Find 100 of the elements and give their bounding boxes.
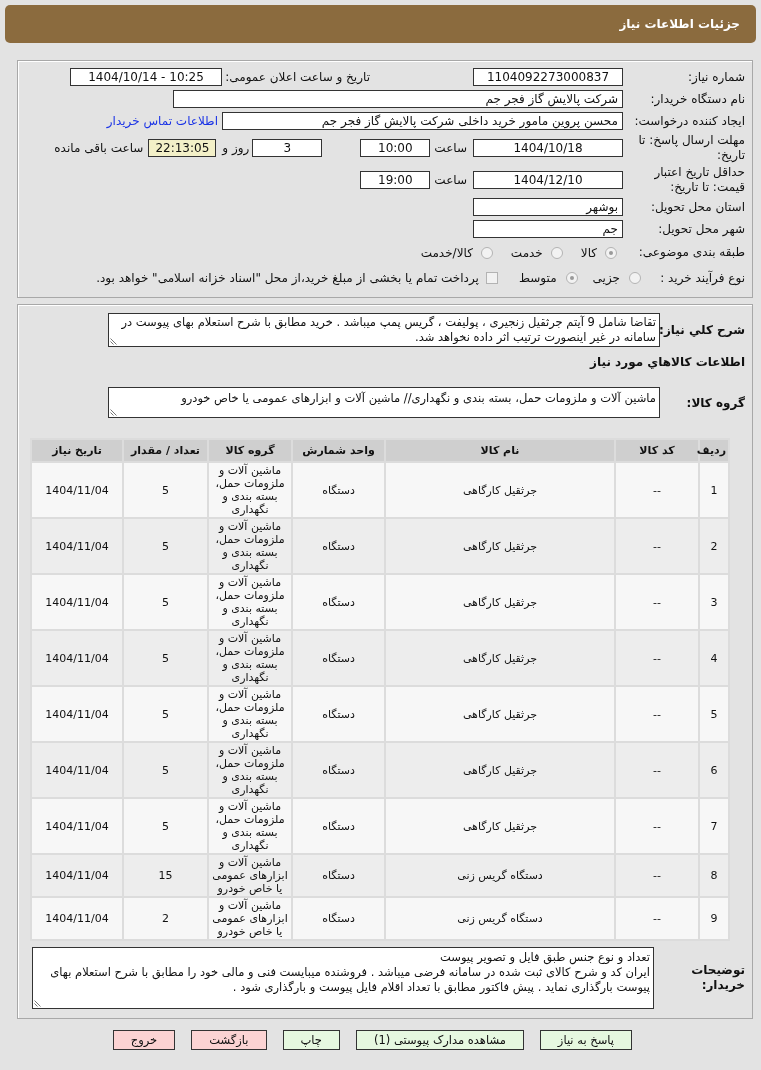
radio-button[interactable] xyxy=(565,271,578,284)
buyer-contact-link[interactable]: اطلاعات تماس خریدار xyxy=(106,114,218,128)
announcement-date-field[interactable]: 1404/10/14 - 10:25 xyxy=(70,68,222,86)
table-cell: دستگاه xyxy=(292,574,385,630)
table-cell: 5 xyxy=(123,742,208,798)
table-cell: ماشین آلات و ملزومات حمل، بسته بندی و نگهداری xyxy=(208,518,292,574)
table-cell: 5 xyxy=(123,574,208,630)
field-label: شهر محل تحویل: xyxy=(657,221,745,237)
table-cell: 1404/11/04 xyxy=(31,630,123,686)
validity-time-field[interactable]: 19:00 xyxy=(360,171,431,189)
section-title: اطلاعات کالاهاي مورد نياز xyxy=(590,355,745,369)
table-cell: جرثقیل کارگاهی xyxy=(385,686,615,742)
radio-button[interactable] xyxy=(629,271,641,284)
table-cell: -- xyxy=(615,742,699,798)
column-header: گروه کالا xyxy=(208,439,292,462)
column-header: واحد شمارش xyxy=(292,439,385,462)
table-cell: 7 xyxy=(699,798,729,854)
table-cell: دستگاه xyxy=(292,686,385,742)
table-cell: ماشین آلات و ملزومات حمل، بسته بندی و نگهداری xyxy=(208,686,292,742)
section-label: توضیحات خریدار: xyxy=(690,963,745,993)
table-cell: -- xyxy=(615,897,699,940)
field-label: استان محل تحویل: xyxy=(649,199,745,215)
table-cell: جرثقیل کارگاهی xyxy=(385,518,615,574)
table-cell: 2 xyxy=(699,518,729,574)
field-label: مهلت ارسال پاسخ: تا تاریخ: xyxy=(637,133,745,163)
action-button[interactable]: مشاهده مدارک پیوستی (1) xyxy=(355,1030,524,1050)
action-button[interactable]: پاسخ به نیاز xyxy=(539,1030,632,1050)
field-label: روز و xyxy=(222,141,250,155)
checkbox[interactable] xyxy=(485,271,498,284)
table-cell: ماشین آلات و ملزومات حمل، بسته بندی و نگهداری xyxy=(208,798,292,854)
table-cell: 1404/11/04 xyxy=(31,518,123,574)
option-label: کالا/خدمت xyxy=(420,245,473,260)
field-label: ساعت xyxy=(434,141,467,155)
field-label: تاریخ و ساعت اعلان عمومی: xyxy=(225,70,370,84)
table-cell: 15 xyxy=(123,854,208,897)
table-cell: -- xyxy=(615,798,699,854)
resize-grip-icon[interactable] xyxy=(110,337,118,345)
radio-button[interactable] xyxy=(605,246,617,259)
table-cell: 1404/11/04 xyxy=(31,854,123,897)
goods-group-field[interactable]: ماشین آلات و ملزومات حمل، بسته بندی و نگهداری// ماشین آلات و ابزارهای عمومی یا خاص خودرو xyxy=(108,387,660,418)
table-cell: 2 xyxy=(123,897,208,940)
table-cell: دستگاه xyxy=(292,462,385,518)
deadline-date-field[interactable]: 1404/10/18 xyxy=(473,139,623,157)
validity-date-field[interactable]: 1404/12/10 xyxy=(473,171,623,189)
action-button[interactable]: چاپ xyxy=(282,1030,340,1050)
table-cell: -- xyxy=(615,574,699,630)
column-header: تاریخ نیاز xyxy=(31,439,123,462)
table-cell: ماشین آلات و ملزومات حمل، بسته بندی و نگهداری xyxy=(208,630,292,686)
action-button[interactable]: خروج xyxy=(112,1030,176,1050)
table-cell: 1404/11/04 xyxy=(31,462,123,518)
field-label: طبقه بندی موضوعی: xyxy=(637,245,745,260)
deadline-time-field[interactable]: 10:00 xyxy=(360,139,431,157)
city-field[interactable]: جم xyxy=(473,220,623,238)
table-cell: دستگاه xyxy=(292,798,385,854)
need-number-field[interactable]: 1104092273000837 xyxy=(473,68,623,86)
table-cell: 1404/11/04 xyxy=(31,742,123,798)
table-cell: 5 xyxy=(123,798,208,854)
option-label: خدمت xyxy=(510,245,543,260)
radio-button[interactable] xyxy=(550,246,563,259)
table-cell: ماشین آلات و ملزومات حمل، بسته بندی و نگهداری xyxy=(208,462,292,518)
table-cell: 5 xyxy=(123,462,208,518)
requester-field[interactable]: محسن پروین مامور خرید داخلی شرکت پالایش گاز فجر جم xyxy=(222,112,623,130)
option-label: پرداخت تمام یا بخشی از مبلغ خرید،از محل "اسناد خزانه اسلامی" خواهد بود. xyxy=(96,270,479,285)
option-label: کالا xyxy=(580,245,597,260)
table-cell: دستگاه xyxy=(292,897,385,940)
column-header: نام کالا xyxy=(385,439,615,462)
section-label: شرح کلي نياز: xyxy=(660,323,745,337)
page-title: جزئیات اطلاعات نیاز xyxy=(619,17,740,31)
days-left-field[interactable]: 3 xyxy=(252,139,323,157)
resize-grip-icon[interactable] xyxy=(34,999,42,1007)
table-cell: 1404/11/04 xyxy=(31,686,123,742)
field-label: ساعت باقی مانده xyxy=(54,141,144,155)
description-field[interactable]: تقاضا شامل 9 آیتم جرثقیل زنجیری ، پولیفت ، گریس پمپ میباشد . خرید مطابق با شرح استعلام بهای پیوست در سامانه در غیر اینصورت ترتیب اثر داده نخواهد شد. xyxy=(108,313,660,347)
buyer-name-field[interactable]: شرکت پالایش گاز فجر جم xyxy=(173,90,623,108)
table-cell: جرثقیل کارگاهی xyxy=(385,630,615,686)
table-cell: 1404/11/04 xyxy=(31,897,123,940)
field-label: ساعت xyxy=(434,173,467,187)
table-cell: 5 xyxy=(123,630,208,686)
action-button[interactable]: بازگشت xyxy=(191,1030,267,1050)
column-header: تعداد / مقدار xyxy=(123,439,208,462)
option-label: جزیی xyxy=(592,270,620,285)
field-label: حداقل تاریخ اعتبار قیمت: تا تاریخ: xyxy=(653,165,745,195)
table-cell: 5 xyxy=(123,518,208,574)
table-cell: دستگاه xyxy=(292,742,385,798)
table-cell: ماشین آلات و ابزارهای عمومی یا خاص خودرو xyxy=(208,897,292,940)
table-cell: جرثقیل کارگاهی xyxy=(385,462,615,518)
buyer-notes-field[interactable]: تعداد و نوع جنس طبق فایل و تصویر پیوست ایران کد و شرح کالای ثبت شده در سامانه فرضی میباشد . فروشنده میبایست فنی و مالی خود را مطابق با شرح استعلام بهای پیوست بارگذاری نماید . پیش فاکتور مطابق با تعداد اقلام فایل پیوست و بارگذاری شود . xyxy=(32,947,654,1009)
time-left-field[interactable]: 22:13:05 xyxy=(148,139,217,157)
table-cell: 5 xyxy=(123,686,208,742)
table-cell: -- xyxy=(615,462,699,518)
radio-button[interactable] xyxy=(480,246,493,259)
table-cell: جرثقیل کارگاهی xyxy=(385,574,615,630)
table-cell: -- xyxy=(615,518,699,574)
province-field[interactable]: بوشهر xyxy=(473,198,623,216)
resize-grip-icon[interactable] xyxy=(110,408,118,416)
table-cell: 3 xyxy=(699,574,729,630)
option-label: متوسط xyxy=(518,270,557,285)
table-cell: دستگاه xyxy=(292,854,385,897)
section-label: گروه کالا: xyxy=(685,395,745,410)
field-label: نام دستگاه خریدار: xyxy=(649,91,745,107)
